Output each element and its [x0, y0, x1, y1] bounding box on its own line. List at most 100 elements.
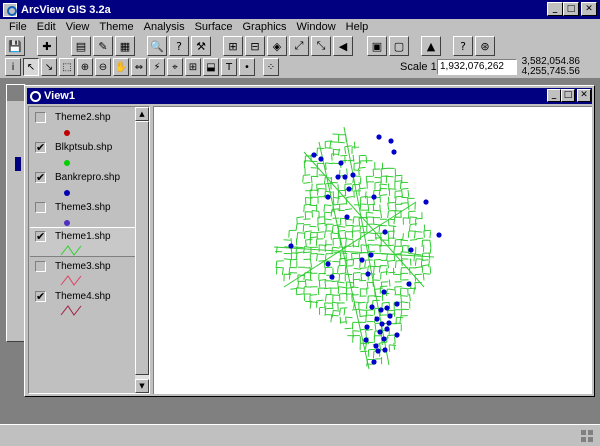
- bank-point[interactable]: [325, 261, 331, 267]
- bank-point[interactable]: [408, 247, 414, 253]
- app-minimize-button[interactable]: _: [547, 2, 563, 16]
- app-close-button[interactable]: ✕: [581, 2, 597, 16]
- toc-theme-theme1[interactable]: ✔ Theme1.shp: [30, 227, 137, 257]
- bank-point[interactable]: [376, 134, 382, 140]
- bank-point[interactable]: [368, 252, 374, 258]
- bank-point[interactable]: [378, 307, 384, 313]
- theme-visibility-checkbox[interactable]: [35, 202, 46, 213]
- hotlink-tool[interactable]: ⚡: [149, 58, 165, 76]
- scroll-up-button[interactable]: ▲: [135, 107, 149, 121]
- theme-visibility-checkbox[interactable]: [35, 112, 46, 123]
- bank-point[interactable]: [394, 301, 400, 307]
- bank-point[interactable]: [423, 199, 429, 205]
- bank-point[interactable]: [436, 232, 442, 238]
- menu-graphics[interactable]: Graphics: [238, 21, 292, 33]
- bank-point[interactable]: [346, 186, 352, 192]
- toc-theme-theme2[interactable]: Theme2.shp: [30, 109, 137, 139]
- bank-point[interactable]: [342, 174, 348, 180]
- toc-theme-blkptsub[interactable]: ✔ Blkptsub.shp: [30, 139, 137, 169]
- bank-point[interactable]: [391, 149, 397, 155]
- bank-point[interactable]: [369, 304, 375, 310]
- bank-point[interactable]: [373, 343, 379, 349]
- bank-point[interactable]: [381, 336, 387, 342]
- scroll-down-button[interactable]: ▼: [135, 379, 149, 393]
- scale-input[interactable]: 1,932,076,262: [437, 59, 517, 75]
- bank-point[interactable]: [338, 160, 344, 166]
- toc-theme-bankrepro[interactable]: ✔ Bankrepro.shp: [30, 169, 137, 199]
- bank-point[interactable]: [406, 281, 412, 287]
- vertex-edit-tool[interactable]: ↘: [41, 58, 57, 76]
- map-display[interactable]: [153, 106, 592, 394]
- theme-visibility-checkbox[interactable]: ✔: [35, 172, 46, 183]
- theme-visibility-checkbox[interactable]: ✔: [35, 142, 46, 153]
- zoom-to-active-themes-button[interactable]: ⊟: [245, 36, 265, 56]
- bank-point[interactable]: [371, 194, 377, 200]
- app-maximize-button[interactable]: □: [563, 2, 579, 16]
- zoom-out-tool[interactable]: ⊖: [95, 58, 111, 76]
- text-tool[interactable]: T: [221, 58, 237, 76]
- help-button[interactable]: ?: [453, 36, 473, 56]
- menu-analysis[interactable]: Analysis: [139, 21, 190, 33]
- bank-point[interactable]: [329, 274, 335, 280]
- bank-point[interactable]: [382, 229, 388, 235]
- project-window-background[interactable]: [6, 84, 26, 342]
- clear-selection-button[interactable]: ▢: [389, 36, 409, 56]
- toc-theme-theme3[interactable]: Theme3.shp: [30, 199, 137, 229]
- bank-point[interactable]: [311, 152, 317, 158]
- bank-point[interactable]: [318, 156, 324, 162]
- theme-properties-button[interactable]: ▤: [71, 36, 91, 56]
- query-builder-button[interactable]: ⚒: [191, 36, 211, 56]
- create-chart-button[interactable]: ▲: [421, 36, 441, 56]
- select-features-button[interactable]: ▣: [367, 36, 387, 56]
- bank-point[interactable]: [359, 257, 365, 263]
- toc-theme-theme3-line[interactable]: Theme3.shp: [30, 258, 137, 288]
- view-globe-icon[interactable]: [29, 90, 41, 102]
- bank-point[interactable]: [382, 347, 388, 353]
- menu-window[interactable]: Window: [292, 21, 341, 33]
- pan-tool[interactable]: ✋: [113, 58, 129, 76]
- find-button[interactable]: 🔍: [147, 36, 167, 56]
- bank-point[interactable]: [386, 320, 392, 326]
- bank-point[interactable]: [325, 194, 331, 200]
- toc-theme-theme4[interactable]: ✔ Theme4.shp: [30, 288, 137, 318]
- bank-point[interactable]: [379, 321, 385, 327]
- locate-address-button[interactable]: ?: [169, 36, 189, 56]
- bank-point[interactable]: [363, 337, 369, 343]
- bank-point[interactable]: [374, 316, 380, 322]
- identify-tool[interactable]: i: [5, 58, 21, 76]
- bank-point[interactable]: [384, 326, 390, 332]
- bank-point[interactable]: [387, 313, 393, 319]
- zoom-in-tool[interactable]: ⊕: [77, 58, 93, 76]
- view-maximize-button[interactable]: □: [561, 89, 575, 102]
- bank-point[interactable]: [371, 359, 377, 365]
- menu-theme[interactable]: Theme: [94, 21, 138, 33]
- zoom-to-selected-button[interactable]: ◈: [267, 36, 287, 56]
- zoom-previous-button[interactable]: ◀: [333, 36, 353, 56]
- bank-point[interactable]: [381, 289, 387, 295]
- bank-point[interactable]: [350, 172, 356, 178]
- view-minimize-button[interactable]: _: [547, 89, 561, 102]
- bank-point[interactable]: [377, 329, 383, 335]
- bank-point[interactable]: [388, 138, 394, 144]
- save-project-button[interactable]: 💾: [5, 36, 25, 56]
- bank-point[interactable]: [335, 174, 341, 180]
- arcview-globe-icon[interactable]: [3, 2, 17, 17]
- measure-tool[interactable]: ⇔: [131, 58, 147, 76]
- label-tool[interactable]: ⊞: [185, 58, 201, 76]
- menu-file[interactable]: File: [4, 21, 32, 33]
- area-of-interest-tool[interactable]: ⌖: [167, 58, 183, 76]
- callout-tool[interactable]: ⬓: [203, 58, 219, 76]
- menu-surface[interactable]: Surface: [190, 21, 238, 33]
- bank-point[interactable]: [364, 324, 370, 330]
- bank-point[interactable]: [365, 271, 371, 277]
- help-contents-button[interactable]: ⊛: [475, 36, 495, 56]
- draw-point-tool[interactable]: •: [239, 58, 255, 76]
- bank-point[interactable]: [344, 214, 350, 220]
- menu-view[interactable]: View: [61, 21, 95, 33]
- menu-help[interactable]: Help: [341, 21, 374, 33]
- theme-visibility-checkbox[interactable]: ✔: [35, 231, 46, 242]
- edit-legend-button[interactable]: ✎: [93, 36, 113, 56]
- view-close-button[interactable]: ✕: [577, 89, 591, 102]
- extra-tool[interactable]: ⁘: [263, 58, 279, 76]
- add-theme-button[interactable]: ✚: [37, 36, 57, 56]
